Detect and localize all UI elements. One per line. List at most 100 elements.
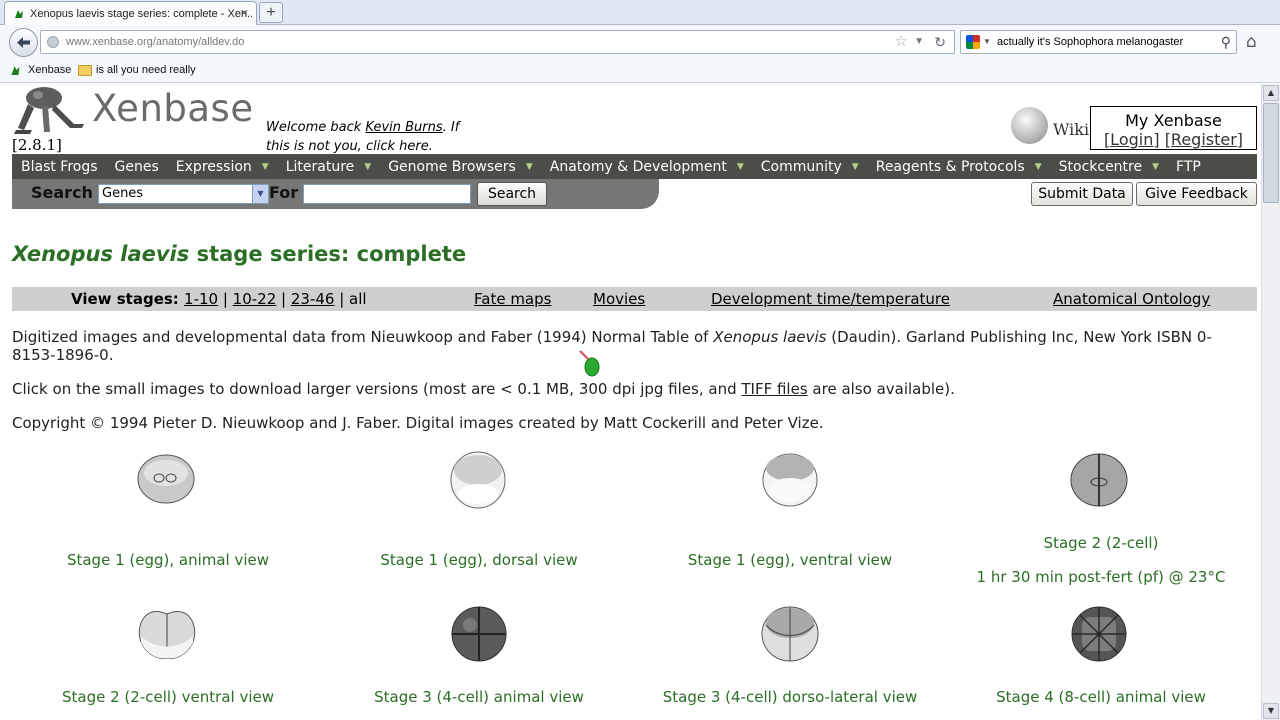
stage-caption[interactable]: Stage 1 (egg), animal view xyxy=(67,551,269,569)
movies-link[interactable]: Movies xyxy=(593,290,645,308)
my-xenbase-box: My Xenbase [Login] [Register] xyxy=(1090,106,1257,150)
bookmarks-toolbar: Xenbase is all you need really xyxy=(0,59,1280,83)
anatomical-ontology-link[interactable]: Anatomical Ontology xyxy=(1053,290,1210,308)
chevron-down-icon: ▼ xyxy=(1034,161,1042,172)
user-name-link[interactable]: Kevin Burns xyxy=(365,120,442,135)
history-dropdown-icon[interactable]: ▼ xyxy=(914,31,924,53)
search-category-value: Genes xyxy=(102,186,144,201)
stage-caption[interactable]: Stage 4 (8-cell) animal view xyxy=(996,688,1206,706)
xenbase-frog-logo-icon[interactable] xyxy=(14,84,86,136)
home-icon[interactable]: ⌂ xyxy=(1246,32,1257,52)
stage-caption[interactable]: Stage 2 (2-cell) ventral view xyxy=(62,688,274,706)
wiki-link[interactable]: Wiki xyxy=(1053,120,1089,139)
menu-ftp[interactable]: FTP xyxy=(1176,159,1201,175)
download-text: are also available). xyxy=(807,380,955,398)
menu-genes[interactable]: Genes xyxy=(115,159,159,175)
reload-icon[interactable]: ↻ xyxy=(934,31,946,53)
menu-anatomy-development[interactable]: Anatomy & Development ▼ xyxy=(550,159,744,175)
xenbase-frog-icon xyxy=(11,66,20,75)
stages-23-46-link[interactable]: 23-46 xyxy=(291,290,335,308)
site-logo-text[interactable]: Xenbase xyxy=(92,87,254,130)
stage-1-dorsal-thumbnail[interactable] xyxy=(449,450,507,510)
page-scrollbar[interactable]: ▲ ▼ xyxy=(1261,84,1280,720)
folder-icon xyxy=(78,64,92,76)
stage-caption[interactable]: Stage 3 (4-cell) dorso-lateral view xyxy=(663,688,918,706)
menu-stockcentre[interactable]: Stockcentre ▼ xyxy=(1059,159,1159,175)
menu-blast-frogs[interactable]: Blast Frogs xyxy=(21,159,98,175)
menu-literature[interactable]: Literature ▼ xyxy=(286,159,371,175)
click-here-link[interactable]: click here xyxy=(366,139,429,154)
register-link[interactable]: [Register] xyxy=(1165,130,1243,149)
chevron-down-icon: ▼ xyxy=(1152,161,1160,172)
tab-close-icon[interactable]: × xyxy=(240,5,248,20)
url-host: www.xenbase.org xyxy=(66,36,153,48)
stage-caption[interactable]: Stage 1 (egg), ventral view xyxy=(688,551,892,569)
tiff-files-link[interactable]: TIFF files xyxy=(741,380,807,398)
new-tab-button[interactable]: + xyxy=(259,2,283,23)
separator: | xyxy=(334,290,350,308)
bookmark-folder[interactable]: is all you need really xyxy=(78,64,196,76)
submit-data-button[interactable]: Submit Data xyxy=(1031,182,1133,206)
wiki-globe-icon[interactable] xyxy=(1011,107,1048,144)
chevron-down-icon: ▼ xyxy=(261,161,269,172)
title-rest: stage series: complete xyxy=(189,242,467,266)
menu-reagents-protocols[interactable]: Reagents & Protocols ▼ xyxy=(876,159,1042,175)
mouse-cursor-icon xyxy=(579,350,600,377)
welcome-prefix: Welcome back xyxy=(266,120,366,135)
tab-active[interactable]: Xenopus laevis stage series: complete - … xyxy=(4,1,257,25)
development-time-link[interactable]: Development time/temperature xyxy=(711,290,950,308)
menu-genome-browsers[interactable]: Genome Browsers ▼ xyxy=(388,159,533,175)
scrollbar-thumb[interactable] xyxy=(1263,103,1279,203)
chevron-down-icon: ▼ xyxy=(525,161,533,172)
download-text: Click on the small images to download la… xyxy=(12,380,742,398)
search-icon[interactable]: ⚲ xyxy=(1221,31,1231,53)
stage-1-animal-thumbnail[interactable] xyxy=(137,453,195,505)
url-bar[interactable]: www.xenbase.org/anatomy/alldev.do ☆ ▼ ↻ xyxy=(40,30,955,54)
menu-community[interactable]: Community ▼ xyxy=(761,159,859,175)
search-button[interactable]: Search xyxy=(477,182,547,206)
search-engine-dropdown-icon[interactable]: ▼ xyxy=(983,31,991,53)
stage-1-ventral-thumbnail[interactable] xyxy=(761,452,819,508)
menu-label: Genes xyxy=(114,158,159,175)
give-feedback-button[interactable]: Give Feedback xyxy=(1136,182,1257,206)
menu-expression[interactable]: Expression ▼ xyxy=(176,159,269,175)
menu-label: Genome Browsers xyxy=(388,158,516,175)
welcome-line2: this is not you, xyxy=(266,139,366,154)
back-arrow-icon xyxy=(17,37,30,48)
page-content: Xenbase [2.8.1] Welcome back Kevin Burns… xyxy=(0,84,1261,720)
bookmark-star-icon[interactable]: ☆ xyxy=(895,31,908,53)
tab-bar: Xenopus laevis stage series: complete - … xyxy=(0,0,1280,25)
menu-label: Anatomy & Development xyxy=(549,158,727,175)
stage-subcaption: 1 hr 30 min post-fert (pf) @ 23°C xyxy=(976,568,1226,586)
chevron-down-icon[interactable]: ▼ xyxy=(252,185,268,203)
bookmark-label: Xenbase xyxy=(28,64,72,76)
fate-maps-link[interactable]: Fate maps xyxy=(474,290,551,308)
scroll-up-icon[interactable]: ▲ xyxy=(1263,85,1279,101)
search-category-select[interactable]: Genes ▼ xyxy=(98,184,269,204)
bookmark-xenbase[interactable]: Xenbase xyxy=(9,64,71,76)
stage-caption[interactable]: Stage 3 (4-cell) animal view xyxy=(374,688,584,706)
scroll-down-icon[interactable]: ▼ xyxy=(1263,703,1279,719)
stage-caption[interactable]: Stage 1 (egg), dorsal view xyxy=(380,551,577,569)
stage-3-dorsolateral-thumbnail[interactable] xyxy=(760,605,820,663)
view-stages-group: View stages: 1-10 | 10-22 | 23-46 | all xyxy=(71,290,367,308)
google-search-engine-icon[interactable] xyxy=(966,35,980,49)
login-link[interactable]: [Login] xyxy=(1104,130,1160,149)
menu-label: Blast Frogs xyxy=(21,158,98,175)
stage-4-animal-thumbnail[interactable] xyxy=(1070,604,1128,664)
search-input[interactable] xyxy=(303,184,471,204)
tab-title: Xenopus laevis stage series: complete - … xyxy=(30,7,252,20)
search-label: Search xyxy=(31,183,93,202)
stage-2-thumbnail[interactable] xyxy=(1069,452,1129,508)
back-button[interactable] xyxy=(9,28,38,57)
separator: | xyxy=(276,290,291,308)
stages-1-10-link[interactable]: 1-10 xyxy=(184,290,218,308)
page-title: Xenopus laevis stage series: complete xyxy=(12,242,466,266)
site-identity-icon[interactable] xyxy=(47,36,59,48)
stage-caption[interactable]: Stage 2 (2-cell) xyxy=(1044,534,1159,552)
browser-search-bar[interactable]: ▼ actually it's Sophophora melanogaster … xyxy=(960,30,1237,54)
stage-3-animal-thumbnail[interactable] xyxy=(450,605,508,663)
stage-2-ventral-thumbnail[interactable] xyxy=(135,606,199,662)
intro-paragraph: Digitized images and developmental data … xyxy=(12,328,1242,364)
stages-10-22-link[interactable]: 10-22 xyxy=(233,290,277,308)
